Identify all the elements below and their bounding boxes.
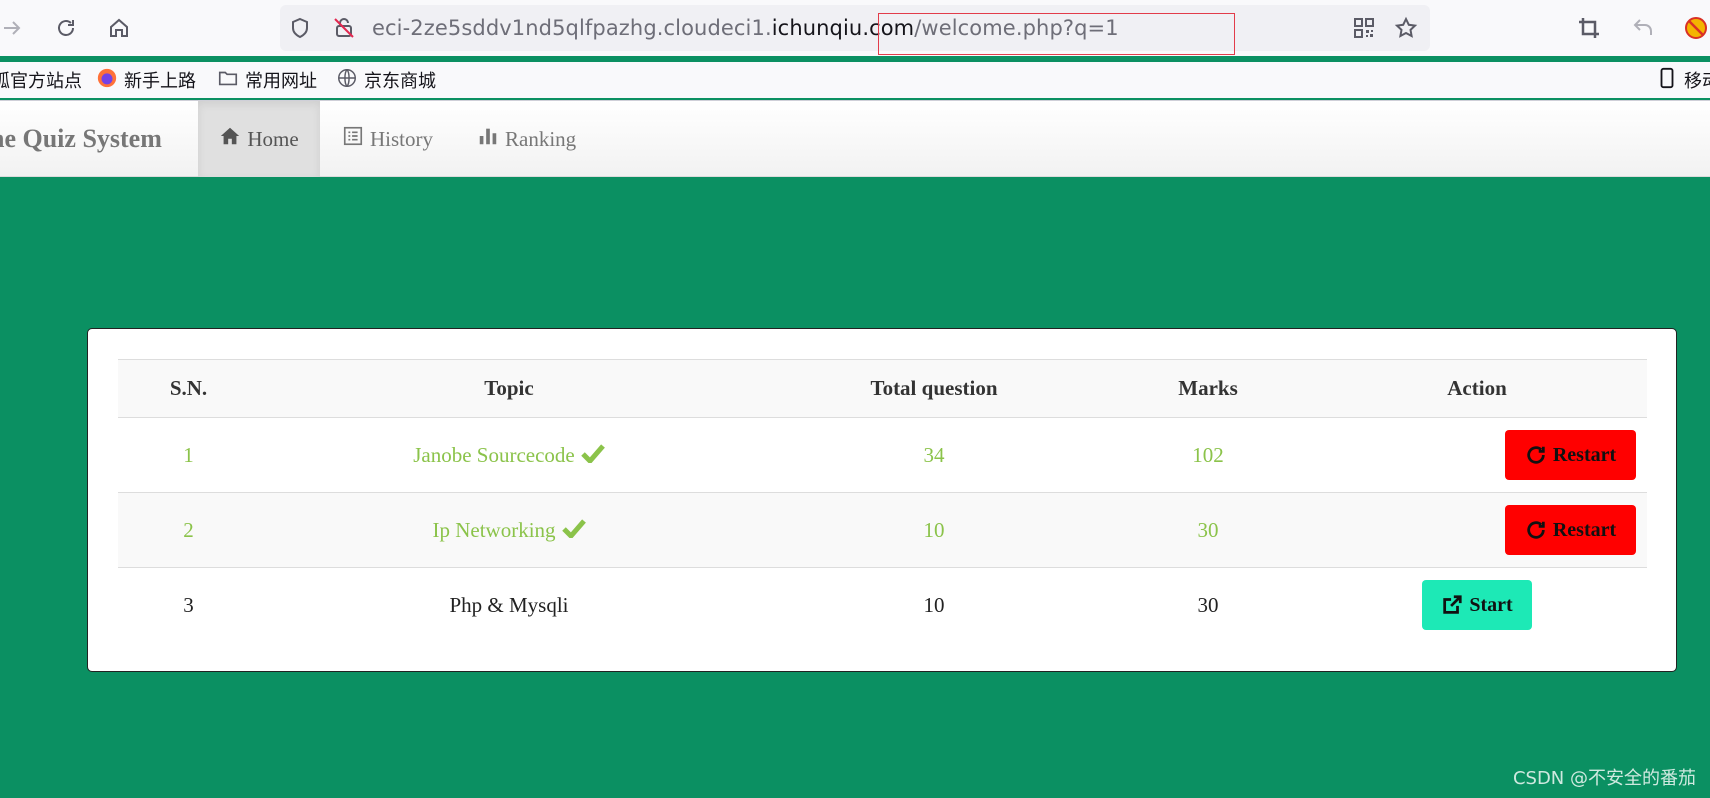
shield-icon[interactable] (284, 12, 316, 44)
table-header-row: S.N. Topic Total question Marks Action (118, 359, 1647, 418)
mobile-bookmarks[interactable]: 移动 (1656, 65, 1710, 95)
restart-button[interactable]: Restart (1505, 430, 1636, 480)
reload-icon[interactable] (50, 12, 82, 44)
bookmark-label: 京东商城 (364, 71, 436, 92)
topic-label: Php & Mysqli (449, 592, 569, 617)
cell-total-question: 10 (759, 567, 1109, 643)
csdn-watermark: CSDN @不安全的番茄 (1512, 768, 1696, 789)
table-row: 2 Ip Networking 10 30 Restart (118, 492, 1647, 568)
browser-toolbar: eci-2ze5sddv1nd5qlfpazhg.cloudeci1.ichun… (0, 0, 1710, 56)
col-header-action: Action (1307, 359, 1647, 418)
cell-topic: Ip Networking (259, 492, 759, 568)
restart-button[interactable]: Restart (1505, 505, 1636, 555)
bookmark-label: 常用网址 (245, 71, 317, 92)
undo-icon[interactable] (1627, 12, 1659, 44)
start-button[interactable]: Start (1422, 580, 1532, 631)
bar-chart-icon (477, 125, 499, 153)
external-link-icon (1443, 595, 1462, 614)
folder-icon (217, 67, 239, 94)
nav-ranking-label: Ranking (505, 126, 577, 151)
col-header-marks: Marks (1109, 359, 1307, 418)
cell-total-question: 10 (759, 492, 1109, 568)
cell-action: Restart (1307, 492, 1647, 568)
cell-total-question: 34 (759, 417, 1109, 493)
check-icon (561, 518, 586, 538)
quiz-panel: S.N. Topic Total question Marks Action 1… (87, 328, 1677, 672)
col-header-sn: S.N. (118, 359, 259, 418)
home-icon (219, 125, 241, 153)
cell-sn: 1 (118, 417, 259, 493)
quiz-table: S.N. Topic Total question Marks Action 1… (118, 359, 1647, 643)
col-header-total-question: Total question (759, 359, 1109, 418)
nav-ranking[interactable]: Ranking (477, 101, 576, 177)
nav-history[interactable]: History (342, 101, 433, 177)
site-brand[interactable]: ne Quiz System (0, 101, 162, 177)
home-button-icon[interactable] (103, 12, 135, 44)
block-extension-icon[interactable] (1680, 12, 1710, 44)
crop-icon[interactable] (1573, 12, 1605, 44)
col-header-topic: Topic (259, 359, 759, 418)
nav-home-label: Home (247, 126, 299, 151)
bookmark-label: 狐官方站点 (0, 71, 82, 92)
address-bar[interactable]: eci-2ze5sddv1nd5qlfpazhg.cloudeci1.ichun… (280, 5, 1430, 51)
table-row: 3 Php & Mysqli 10 30 Start (118, 567, 1647, 643)
bookmark-item[interactable]: 新手上路 (96, 65, 196, 95)
cell-topic: Php & Mysqli (259, 567, 759, 643)
bookmark-label: 新手上路 (124, 71, 196, 92)
cell-action: Start (1307, 567, 1647, 643)
bookmark-item[interactable]: 狐官方站点 (0, 65, 82, 95)
refresh-icon (1527, 521, 1545, 539)
check-icon (580, 443, 605, 463)
mobile-icon (1656, 67, 1678, 94)
table-row: 1 Janobe Sourcecode 34 102 Restart (118, 417, 1647, 493)
bookmark-star-icon[interactable] (1390, 12, 1422, 44)
firefox-icon (96, 67, 118, 94)
mobile-bookmarks-label: 移动 (1684, 71, 1710, 92)
bookmarks-bar: 狐官方站点 新手上路 常用网址 京东商城 移动 (0, 62, 1710, 98)
bookmark-item[interactable]: 京东商城 (336, 65, 436, 95)
refresh-icon (1527, 446, 1545, 464)
cell-marks: 30 (1109, 492, 1307, 568)
qr-code-icon[interactable] (1348, 12, 1380, 44)
list-icon (342, 125, 364, 153)
cell-sn: 2 (118, 492, 259, 568)
url-prefix: eci-2ze5sddv1nd5qlfpazhg.cloudeci1. (372, 16, 772, 40)
restart-button-label: Restart (1552, 443, 1617, 466)
topic-label: Ip Networking (432, 517, 556, 542)
cell-topic: Janobe Sourcecode (259, 417, 759, 493)
start-button-label: Start (1469, 593, 1513, 616)
bookmark-item[interactable]: 常用网址 (217, 65, 317, 95)
restart-button-label: Restart (1552, 518, 1617, 541)
topic-label: Janobe Sourcecode (413, 442, 575, 467)
url-highlight-box (878, 13, 1235, 55)
cell-marks: 102 (1109, 417, 1307, 493)
forward-icon[interactable] (0, 12, 28, 44)
cell-action: Restart (1307, 417, 1647, 493)
site-navbar: ne Quiz System Home History Ranking (0, 101, 1710, 177)
cell-sn: 3 (118, 567, 259, 643)
nav-history-label: History (370, 126, 433, 151)
insecure-lock-icon[interactable] (328, 12, 360, 44)
cell-marks: 30 (1109, 567, 1307, 643)
globe-icon (336, 67, 358, 94)
nav-home[interactable]: Home (198, 101, 320, 177)
